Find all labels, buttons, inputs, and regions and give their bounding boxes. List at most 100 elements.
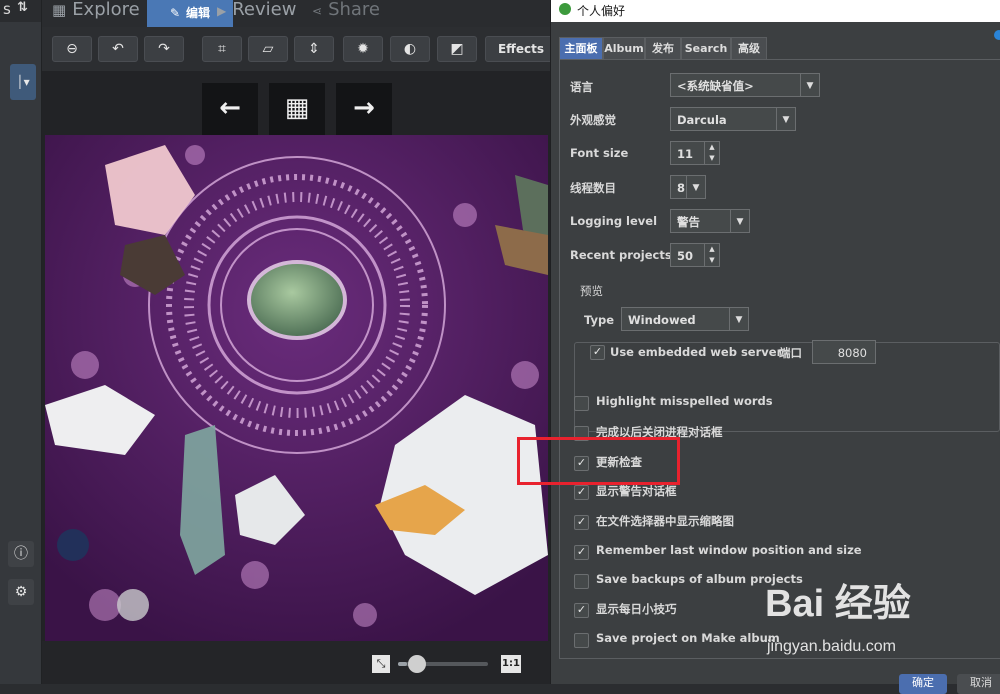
port-field[interactable]: 8080 — [812, 340, 876, 364]
preview-group-title: 预览 — [578, 283, 605, 299]
app-logo-icon — [559, 3, 571, 15]
straighten-button[interactable]: ▱ — [248, 36, 288, 62]
contrast-button[interactable]: ◐ — [390, 36, 430, 62]
tab-label: 高级 — [738, 42, 760, 55]
type-select[interactable]: Windowed ▼ — [621, 307, 749, 331]
dialog-title: 个人偏好 — [577, 4, 626, 18]
language-select[interactable]: <系统缺省值> ▼ — [670, 73, 820, 97]
option-label: 显示每日小技巧 — [596, 602, 677, 616]
font-size-spinner[interactable]: 11 ▲ ▼ — [670, 141, 720, 165]
check-icon: ✓ — [576, 515, 587, 528]
next-photo-button[interactable]: → — [336, 83, 392, 135]
dialog-titlebar: 个人偏好 — [551, 0, 1000, 22]
pencil-icon: ✎ — [169, 6, 181, 20]
cancel-button[interactable]: 取消 — [957, 674, 1000, 694]
check-icon: ✓ — [576, 485, 587, 498]
chevron-down-icon: ▼ — [800, 74, 819, 96]
prev-photo-button[interactable]: ← — [202, 83, 258, 135]
check-icon: ✓ — [592, 345, 603, 358]
look-select[interactable]: Darcula ▼ — [670, 107, 796, 131]
watermark-logo: Bai 经验 — [765, 583, 911, 625]
tab-share[interactable]: ⋖ Share — [312, 0, 380, 27]
sidebar-header-label: s — [3, 0, 11, 18]
option-checkbox[interactable] — [574, 396, 589, 411]
option-checkbox[interactable] — [574, 633, 589, 648]
photo-canvas[interactable] — [45, 135, 548, 641]
grid-view-button[interactable]: ▦ — [269, 83, 325, 135]
option-checkbox[interactable] — [574, 574, 589, 589]
tab-album[interactable]: Album — [603, 37, 645, 59]
logging-value: 警告 — [677, 215, 700, 229]
tab-review-label: Review — [232, 0, 297, 20]
ok-button[interactable]: 确定 — [899, 674, 947, 694]
option-checkbox[interactable]: ✓ — [574, 603, 589, 618]
sidebar-dropdown[interactable]: │▾ — [10, 64, 36, 100]
look-value: Darcula — [677, 113, 727, 127]
settings-tool-button[interactable]: ✹ — [343, 36, 383, 62]
chevron-down-icon: ▼ — [686, 176, 705, 198]
effects-button[interactable]: Effects — [485, 36, 557, 62]
adjust-icon: ◩ — [450, 41, 464, 57]
tab-label: 发布 — [652, 42, 674, 55]
tab-review[interactable]: ▶ Review — [217, 0, 296, 27]
tab-share-label: Share — [328, 0, 381, 20]
crop-icon: ⌗ — [218, 41, 226, 57]
language-value: <系统缺省值> — [677, 79, 754, 93]
status-dot-icon — [994, 30, 1000, 40]
left-sidebar: s ⇅ │▾ ⓘ ⚙ — [0, 0, 42, 684]
main-tabs: ▦ Explore ✎ 编辑 ▶ Review ⋖ Share — [42, 0, 550, 27]
flip-icon: ⇕ — [308, 41, 320, 57]
recent-spinner[interactable]: 50 ▲ ▼ — [670, 243, 720, 267]
rotate-right-button[interactable]: ↷ — [144, 36, 184, 62]
font-size-label: Font size — [570, 146, 629, 160]
photo-navigation: ← ▦ → — [42, 71, 550, 135]
threads-value: 8 — [677, 181, 686, 195]
tab-edit-label: 编辑 — [186, 6, 211, 20]
spinner-arrows-icon[interactable]: ▲ ▼ — [704, 142, 719, 164]
gear-icon: ⚙ — [14, 584, 28, 600]
tab-main-panel[interactable]: 主面板 — [559, 37, 603, 59]
option-checkbox[interactable]: ✓ — [574, 485, 589, 500]
arrow-right-icon: → — [353, 93, 375, 123]
tab-label: Search — [684, 42, 728, 55]
adjust-button[interactable]: ◩ — [437, 36, 477, 62]
tab-explore[interactable]: ▦ Explore — [52, 0, 140, 27]
actual-size-button[interactable]: 1:1 — [501, 655, 521, 673]
tab-label: 主面板 — [564, 42, 598, 55]
rotate-left-button[interactable]: ↶ — [98, 36, 138, 62]
grid-icon: ▦ — [52, 1, 67, 19]
sort-arrows-icon[interactable]: ⇅ — [17, 0, 28, 15]
port-value: 8080 — [837, 346, 867, 360]
threads-select[interactable]: 8 ▼ — [670, 175, 706, 199]
embedded-checkbox[interactable]: ✓ — [590, 345, 605, 360]
recent-label: Recent projects — [570, 248, 672, 262]
tab-advanced[interactable]: 高级 — [731, 37, 767, 59]
fit-screen-icon: ⤡ — [376, 657, 386, 670]
option-checkbox[interactable]: ✓ — [574, 515, 589, 530]
flip-button[interactable]: ⇕ — [294, 36, 334, 62]
play-icon: ▶ — [217, 4, 227, 18]
option-checkbox[interactable]: ✓ — [574, 545, 589, 560]
main-panel: 语言 <系统缺省值> ▼ 外观感觉 Darcula ▼ Font size 11… — [559, 59, 1000, 659]
spinner-arrows-icon[interactable]: ▲ ▼ — [704, 244, 719, 266]
look-label: 外观感觉 — [570, 113, 616, 127]
tab-publish[interactable]: 发布 — [645, 37, 681, 59]
zoom-slider-knob[interactable] — [408, 655, 426, 673]
type-value: Windowed — [628, 313, 696, 327]
tab-search[interactable]: Search — [681, 37, 731, 59]
recent-value: 50 — [677, 249, 694, 263]
threads-label: 线程数目 — [570, 181, 616, 195]
edit-toolbar: ⊖ ↶ ↷ ⌗ ▱ ⇕ ✹ ◐ ◩ Effects — [42, 27, 557, 71]
crop-button[interactable]: ⌗ — [202, 36, 242, 62]
share-icon: ⋖ — [312, 4, 323, 18]
logging-select[interactable]: 警告 ▼ — [670, 209, 750, 233]
info-button[interactable]: ⓘ — [8, 541, 34, 567]
option-label: 在文件选择器中显示缩略图 — [596, 514, 734, 528]
remove-button[interactable]: ⊖ — [52, 36, 92, 62]
settings-icon: ✹ — [357, 41, 369, 57]
tab-label: Album — [604, 42, 644, 55]
settings-button[interactable]: ⚙ — [8, 579, 34, 605]
type-label: Type — [584, 313, 615, 327]
fit-screen-button[interactable]: ⤡ — [372, 655, 390, 673]
logging-label: Logging level — [570, 214, 658, 228]
